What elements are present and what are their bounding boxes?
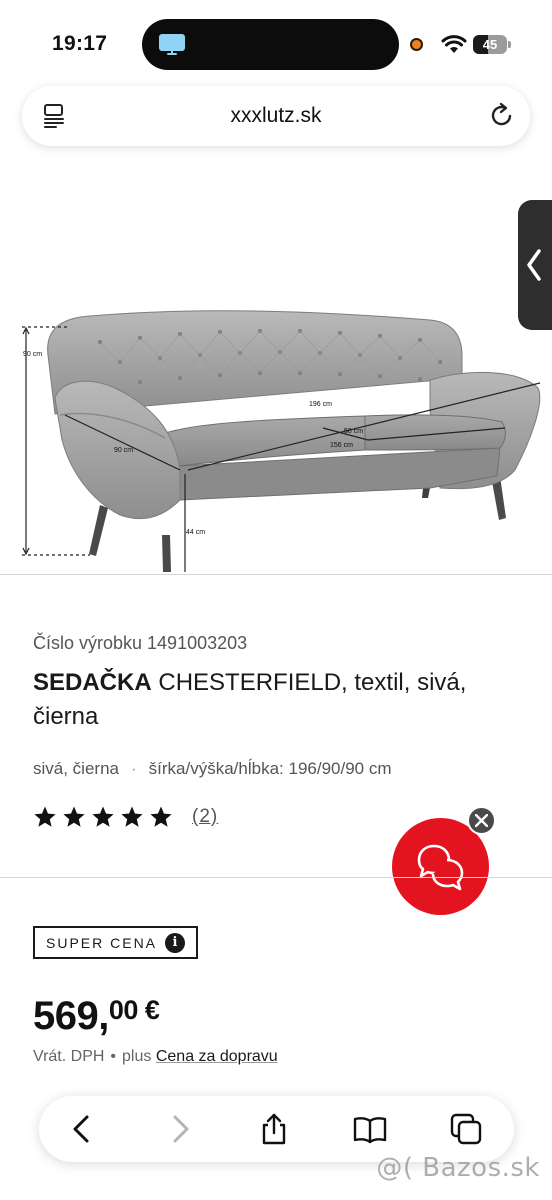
chat-bubbles-icon — [417, 844, 464, 891]
info-icon[interactable]: i — [165, 933, 185, 953]
badge-label: SUPER CENA — [46, 934, 158, 951]
sofa-leg — [89, 505, 108, 556]
tv-icon — [159, 34, 185, 55]
star-icon — [121, 806, 143, 827]
sofa-leg — [422, 488, 430, 498]
status-bar: 19:17 45 — [0, 0, 552, 88]
reload-icon[interactable] — [488, 101, 516, 129]
divider — [0, 877, 552, 878]
vat-dot: • — [110, 1048, 117, 1065]
price-cents: 00 € — [108, 995, 160, 1025]
variant-separator: · — [130, 759, 137, 778]
vat-text: Vrát. DPH — [33, 1048, 105, 1065]
product-title-bold: SEDAČKA — [33, 669, 152, 696]
back-icon[interactable] — [65, 1112, 99, 1146]
watermark: @( Bazos.sk — [376, 1153, 540, 1183]
star-icon — [63, 806, 85, 827]
battery-label: 45 — [482, 37, 498, 52]
dim-seat-width-label: 156 cm — [330, 442, 353, 449]
dim-seat-height-label: 44 cm — [186, 529, 205, 536]
battery-indicator: 45 — [473, 35, 511, 54]
dim-depth-label: 90 cm — [114, 447, 133, 454]
address-bar[interactable]: xxxlutz.sk — [22, 86, 530, 146]
star-icon — [150, 806, 172, 827]
star-icon — [92, 806, 114, 827]
tabs-icon[interactable] — [449, 1112, 483, 1146]
star-icon — [34, 806, 56, 827]
share-icon[interactable] — [257, 1112, 291, 1146]
forward-icon[interactable] — [163, 1112, 197, 1146]
dynamic-island — [142, 19, 399, 70]
price-main: 569, — [33, 994, 109, 1038]
price: 569,00 € — [33, 994, 160, 1039]
vat-plus: plus — [122, 1048, 152, 1065]
recording-indicator — [410, 38, 423, 51]
battery-tip — [508, 41, 511, 48]
dim-width-label: 196 cm — [309, 401, 332, 408]
chat-close-button[interactable] — [467, 806, 496, 835]
divider — [0, 574, 552, 575]
rating-count-link[interactable]: (2) — [192, 806, 218, 828]
vat-line: Vrát. DPH • plus Cena za dopravu — [33, 1048, 278, 1066]
status-time: 19:17 — [52, 32, 108, 55]
product-image[interactable]: 90 cm 196 cm 90 cm 58 cm 156 cm 44 cm — [0, 170, 552, 574]
wifi-icon — [441, 35, 467, 53]
bookmarks-icon[interactable] — [353, 1112, 387, 1146]
product-title: SEDAČKA CHESTERFIELD, textil, sivá, čier… — [33, 666, 533, 734]
sofa-leg — [162, 535, 171, 572]
sofa-illustration: 90 cm 196 cm 90 cm 58 cm 156 cm 44 cm — [22, 310, 541, 572]
close-icon — [475, 814, 488, 827]
dim-height-label: 90 cm — [23, 351, 42, 358]
variant-dimensions: šírka/výška/hĺbka: 196/90/90 cm — [148, 759, 392, 778]
dim-seat-depth-label: 58 cm — [344, 428, 363, 435]
chevron-left-icon — [527, 249, 541, 281]
variant-color: sivá, čierna — [33, 759, 119, 778]
shipping-cost-link[interactable]: Cena za dopravu — [156, 1048, 278, 1065]
side-panel-tab[interactable] — [518, 200, 552, 330]
super-price-badge: SUPER CENA i — [33, 926, 198, 959]
url-text[interactable]: xxxlutz.sk — [22, 104, 530, 128]
variant-info: sivá, čierna · šírka/výška/hĺbka: 196/90/9… — [33, 759, 392, 779]
rating[interactable]: (2) — [33, 803, 218, 831]
product-number: Číslo výrobku 1491003203 — [33, 633, 248, 653]
rating-stars — [33, 805, 178, 829]
